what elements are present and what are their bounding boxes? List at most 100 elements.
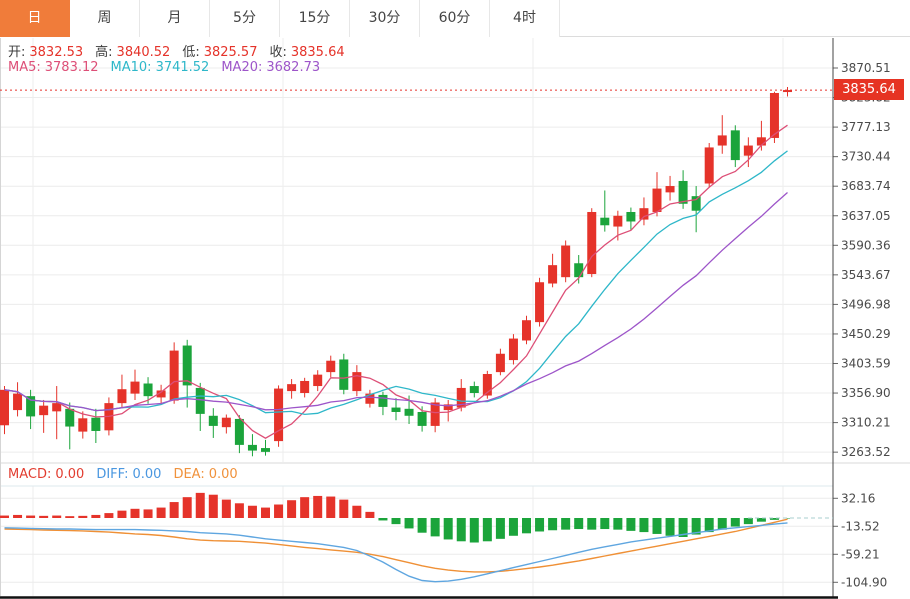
y-axis-tick-label: 3403.59 <box>841 357 891 371</box>
macd-hist-bar <box>378 518 387 520</box>
candle-body <box>770 93 779 138</box>
candle-body <box>639 208 648 219</box>
candle-body <box>496 354 505 372</box>
candle-body <box>405 409 414 416</box>
candle-body <box>287 384 296 391</box>
y-axis-tick-label: 3496.98 <box>841 297 891 311</box>
macd-hist-bar <box>91 515 100 518</box>
candle-body <box>248 445 257 451</box>
macd-hist-bar <box>405 518 414 528</box>
macd-hist-bar <box>196 493 205 518</box>
candle-body <box>378 395 387 407</box>
macd-hist-bar <box>261 508 270 518</box>
macd-hist-bar <box>274 505 283 518</box>
current-price-tag: 3835.64 <box>834 79 904 100</box>
y-axis-tick-label: 3356.90 <box>841 386 891 400</box>
y-axis-tick-label: 3543.67 <box>841 268 891 282</box>
candle-body <box>300 381 309 393</box>
info-label: 收: <box>269 45 286 60</box>
macd-hist-bar <box>718 518 727 530</box>
candle-body <box>209 416 218 426</box>
macd-hist-bar <box>287 500 296 518</box>
macd-hist-bar <box>392 518 401 524</box>
candle-body <box>91 418 100 431</box>
info-value: 0.00 <box>55 467 84 482</box>
macd-hist-bar <box>600 518 609 529</box>
macd-hist-bar <box>666 518 675 536</box>
candle-body <box>574 263 583 277</box>
candle-body <box>692 196 701 211</box>
macd-hist-bar <box>13 515 22 518</box>
candle-body <box>431 402 440 425</box>
info-value: 3682.73 <box>266 60 320 75</box>
chart-area[interactable]: 3870.513823.823777.133730.443683.743637.… <box>0 0 910 599</box>
candle-body <box>587 212 596 274</box>
macd-tick-label: -104.90 <box>841 575 887 589</box>
candle-body <box>718 135 727 145</box>
macd-hist-bar <box>365 512 374 518</box>
candle-body <box>131 382 140 394</box>
y-axis-tick-label: 3263.52 <box>841 445 891 459</box>
candle-body <box>65 409 74 427</box>
ohlc-info-row: 开:3832.53高:3840.52低:3825.57收:3835.64 <box>8 41 357 60</box>
macd-hist-bar <box>39 516 48 518</box>
macd-hist-bar <box>0 516 9 518</box>
candle-body <box>170 351 179 401</box>
macd-hist-bar <box>78 516 87 518</box>
candle-body <box>352 372 361 391</box>
candle-body <box>509 339 518 361</box>
macd-hist-bar <box>509 518 518 536</box>
candle-body <box>26 396 35 416</box>
candle-body <box>666 186 675 192</box>
candle-body <box>78 418 87 431</box>
info-value: 3835.64 <box>291 45 345 60</box>
info-label: 开: <box>8 45 25 60</box>
info-label: MACD: <box>8 467 51 482</box>
candle-body <box>183 346 192 386</box>
macd-hist-bar <box>144 509 153 518</box>
macd-hist-bar <box>170 502 179 518</box>
macd-hist-bar <box>613 518 622 530</box>
macd-hist-bar <box>300 497 309 518</box>
candle-body <box>705 147 714 183</box>
candle-body <box>39 406 48 415</box>
candle-body <box>313 375 322 386</box>
info-value: 3783.12 <box>45 60 99 75</box>
macd-tick-label: -13.52 <box>841 519 880 533</box>
candle-body <box>679 181 688 204</box>
y-axis-tick-label: 3590.36 <box>841 238 891 252</box>
candle-body <box>548 265 557 283</box>
macd-hist-bar <box>496 518 505 539</box>
info-value: 0.00 <box>132 467 161 482</box>
candle-body <box>522 320 531 340</box>
candle-body <box>261 448 270 452</box>
macd-hist-bar <box>561 518 570 530</box>
macd-hist-bar <box>639 518 648 532</box>
macd-hist-bar <box>235 503 244 518</box>
macd-info-row: MACD:0.00DIFF:0.00DEA:0.00 <box>8 467 250 482</box>
macd-hist-bar <box>431 518 440 536</box>
candle-body <box>0 390 9 425</box>
macd-hist-bar <box>222 500 231 518</box>
info-label: 低: <box>182 45 199 60</box>
y-axis-tick-label: 3637.05 <box>841 209 891 223</box>
macd-hist-bar <box>418 518 427 533</box>
ma-info-row: MA5:3783.12MA10:3741.52MA20:3682.73 <box>8 60 332 75</box>
candle-body <box>731 130 740 160</box>
candle-body <box>13 394 22 410</box>
macd-hist-bar <box>574 518 583 529</box>
candle-body <box>235 419 244 445</box>
macd-hist-bar <box>339 500 348 518</box>
info-value: 3741.52 <box>156 60 210 75</box>
macd-hist-bar <box>248 506 257 518</box>
y-axis-tick-label: 3730.44 <box>841 150 891 164</box>
candle-body <box>392 408 401 412</box>
info-value: 3832.53 <box>29 45 83 60</box>
info-label: MA5: <box>8 60 41 75</box>
chart-window: 日周月5分15分30分60分4时 3870.513823.823777.1337… <box>0 0 910 599</box>
info-label: DIFF: <box>96 467 128 482</box>
macd-hist-bar <box>52 516 61 518</box>
macd-hist-bar <box>104 513 113 518</box>
info-label: MA10: <box>111 60 152 75</box>
macd-hist-bar <box>117 511 126 518</box>
